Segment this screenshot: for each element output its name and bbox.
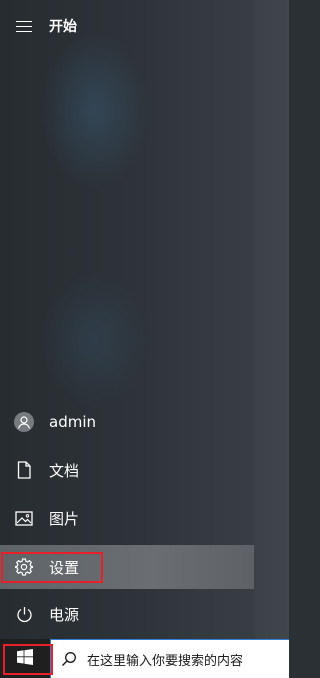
search-input[interactable]: 在这里输入你要搜索的内容 [50, 639, 289, 678]
search-icon [51, 641, 87, 678]
gear-icon [0, 545, 48, 589]
power-icon [0, 592, 48, 636]
taskbar: 在这里输入你要搜索的内容 [0, 639, 289, 678]
document-icon [0, 448, 48, 492]
windows-logo-icon [17, 648, 33, 669]
sidebar-item-documents[interactable]: 文档 [0, 448, 254, 492]
start-menu-panel: 开始 admin 文档 图片 设置 电源 [0, 0, 289, 639]
sidebar-item-label: 图片 [49, 509, 80, 528]
user-name-label: admin [49, 413, 96, 431]
sidebar-item-label: 电源 [49, 605, 80, 624]
start-button[interactable] [0, 639, 50, 678]
picture-icon [0, 496, 48, 540]
sidebar-item-label: 文档 [49, 461, 80, 480]
user-avatar-icon [0, 400, 48, 444]
sidebar-item-pictures[interactable]: 图片 [0, 496, 254, 540]
start-menu-header: 开始 [0, 10, 254, 42]
sidebar-item-settings[interactable]: 设置 [0, 545, 254, 589]
hamburger-menu-button[interactable] [0, 10, 48, 42]
hamburger-icon [16, 20, 32, 32]
search-placeholder: 在这里输入你要搜索的内容 [87, 653, 244, 669]
start-menu-title: 开始 [49, 19, 77, 35]
user-account-item[interactable]: admin [0, 400, 254, 444]
sidebar-item-power[interactable]: 电源 [0, 592, 254, 636]
start-menu-tile-area [254, 0, 289, 639]
sidebar-item-label: 设置 [49, 558, 80, 577]
